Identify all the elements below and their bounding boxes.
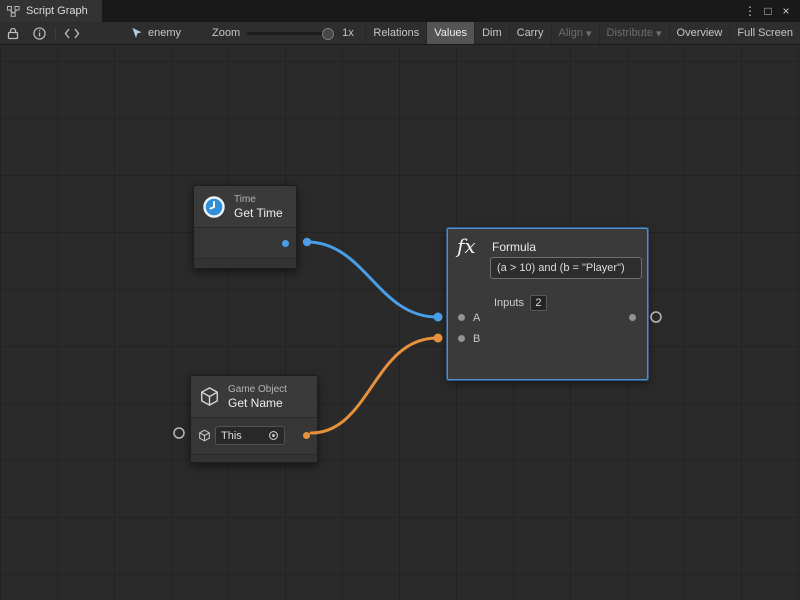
zoom-slider-knob[interactable]: [322, 28, 334, 40]
zoom-value: 1x: [342, 27, 354, 39]
wires-layer: [0, 45, 800, 600]
graph-pointer-icon: [131, 27, 143, 39]
inputs-count-field[interactable]: 2: [530, 295, 547, 311]
wire-gettime-to-formula-a: [307, 242, 437, 317]
node-get-name[interactable]: Game Object Get Name This: [190, 375, 318, 463]
chevron-down-icon: ▾: [586, 27, 592, 40]
overview-button[interactable]: Overview: [669, 22, 730, 44]
cube-icon: [198, 429, 211, 442]
tab-script-graph[interactable]: Script Graph: [0, 0, 102, 22]
window-controls: ⋮ □ ×: [741, 0, 800, 22]
target-object-value: This: [221, 430, 242, 442]
port-b-label: B: [473, 333, 480, 345]
close-button[interactable]: ×: [777, 0, 795, 22]
node-get-time[interactable]: Time Get Time: [193, 185, 297, 269]
get-name-input-outer-port[interactable]: [174, 428, 184, 438]
clock-icon: [202, 195, 226, 219]
graph-reference-field[interactable]: enemy: [125, 27, 187, 39]
toolbar: enemy Zoom 1x Relations Values Dim Carry…: [0, 22, 800, 45]
get-time-header: Time Get Time: [194, 186, 296, 227]
node-category: Time: [234, 194, 283, 206]
get-time-footer: [194, 258, 296, 268]
align-dropdown-button[interactable]: Align ▾: [551, 22, 599, 44]
formula-output-port[interactable]: [629, 314, 636, 321]
inputs-label: Inputs: [494, 297, 524, 309]
relations-button[interactable]: Relations: [365, 22, 426, 44]
wire-endpoint-dot[interactable]: [303, 238, 311, 246]
get-name-footer: [191, 454, 317, 462]
target-object-field[interactable]: This: [215, 426, 285, 445]
lock-icon[interactable]: [0, 22, 26, 44]
zoom-label: Zoom: [212, 27, 240, 39]
script-graph-window: Script Graph ⋮ □ ×: [0, 0, 800, 600]
dim-button[interactable]: Dim: [474, 22, 509, 44]
values-button[interactable]: Values: [426, 22, 474, 44]
script-graph-icon: [7, 6, 20, 17]
titlebar: Script Graph ⋮ □ ×: [0, 0, 800, 22]
graph-canvas[interactable]: Time Get Time Game Object Get Name: [0, 45, 800, 600]
wire-getname-to-formula-b: [311, 338, 437, 433]
formula-input-a-edge-port[interactable]: [434, 313, 443, 322]
get-name-body: This: [191, 417, 317, 454]
object-picker-icon[interactable]: [268, 430, 279, 441]
formula-output-outer-port[interactable]: [651, 312, 661, 322]
toolbar-buttons: Relations Values Dim Carry Align ▾ Distr…: [365, 22, 800, 44]
graph-name: enemy: [148, 27, 181, 39]
get-time-body: [194, 227, 296, 258]
formula-input-a-port[interactable]: [458, 314, 465, 321]
formula-expression-input[interactable]: (a > 10) and (b = "Player"): [490, 257, 642, 279]
full-screen-button[interactable]: Full Screen: [729, 22, 800, 44]
cube-icon: [199, 386, 220, 407]
node-formula[interactable]: fx Formula (a > 10) and (b = "Player") I…: [447, 228, 648, 380]
tab-label: Script Graph: [26, 5, 88, 17]
distribute-dropdown-button[interactable]: Distribute ▾: [599, 22, 669, 44]
window-menu-button[interactable]: ⋮: [741, 0, 759, 22]
node-title: Formula: [492, 240, 536, 254]
node-category: Game Object: [228, 384, 287, 396]
toolbar-separator: [55, 27, 56, 40]
get-name-header: Game Object Get Name: [191, 376, 317, 417]
titlebar-spacer: [102, 0, 741, 22]
formula-fx-icon: fx: [457, 234, 476, 258]
node-title: Get Name: [228, 396, 287, 410]
zoom-slider[interactable]: [247, 32, 335, 35]
formula-input-b-edge-port[interactable]: [434, 334, 443, 343]
carry-button[interactable]: Carry: [509, 22, 551, 44]
get-name-output-port[interactable]: [303, 432, 310, 439]
info-icon[interactable]: [26, 22, 52, 44]
code-icon[interactable]: [59, 22, 85, 44]
formula-input-b-port[interactable]: [458, 335, 465, 342]
get-time-output-port[interactable]: [282, 240, 289, 247]
port-a-label: A: [473, 312, 480, 324]
node-title: Get Time: [234, 206, 283, 220]
chevron-down-icon: ▾: [656, 27, 662, 40]
maximize-button[interactable]: □: [759, 0, 777, 22]
